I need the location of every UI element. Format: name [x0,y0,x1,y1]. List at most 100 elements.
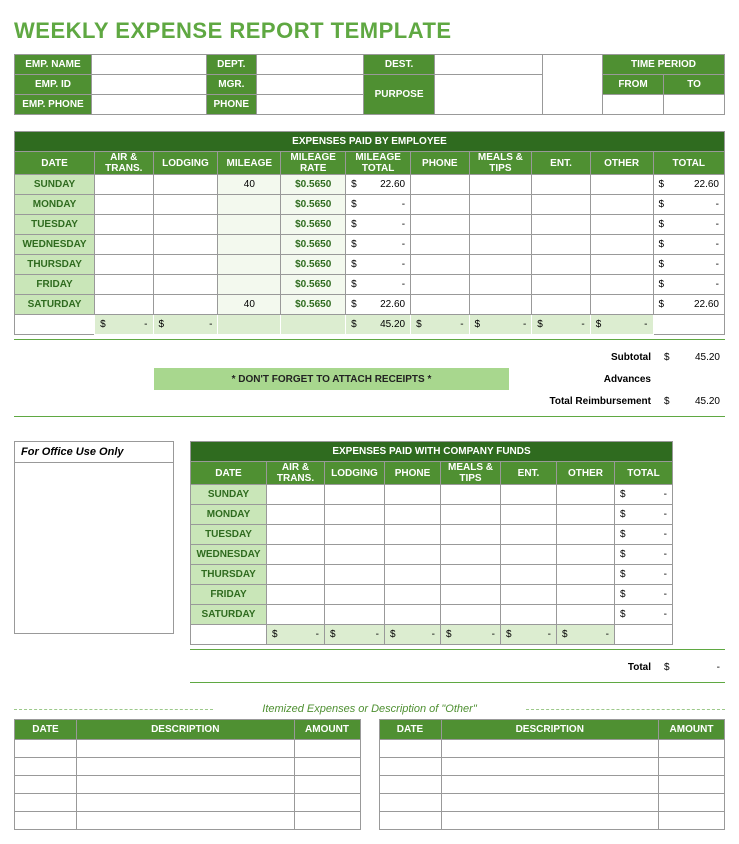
cell[interactable] [557,585,615,605]
cell[interactable] [557,505,615,525]
cell[interactable] [469,175,532,195]
cell[interactable] [501,605,557,625]
cell[interactable] [267,525,325,545]
cell[interactable] [95,255,153,275]
cell[interactable] [267,485,325,505]
cell[interactable] [385,505,441,525]
cell[interactable] [325,505,385,525]
cell[interactable] [325,605,385,625]
cell[interactable] [557,485,615,505]
cell[interactable] [441,565,501,585]
cell[interactable] [441,525,501,545]
cell[interactable] [325,585,385,605]
cell[interactable] [411,275,469,295]
cell[interactable] [267,565,325,585]
cell[interactable] [501,505,557,525]
cell[interactable] [267,505,325,525]
cell[interactable] [441,505,501,525]
table-row[interactable] [15,794,361,812]
cell[interactable] [95,215,153,235]
cell[interactable] [532,255,590,275]
cell[interactable] [411,195,469,215]
val-purpose[interactable] [435,75,542,115]
cell[interactable] [501,485,557,505]
val-mgr[interactable] [256,75,363,95]
mileage-cell[interactable] [218,195,281,215]
cell[interactable] [532,235,590,255]
cell[interactable] [441,485,501,505]
cell[interactable] [325,565,385,585]
mileage-cell[interactable]: 40 [218,175,281,195]
val-emp-id[interactable] [91,75,206,95]
cell[interactable] [532,275,590,295]
cell[interactable] [557,565,615,585]
table-row[interactable] [15,740,361,758]
cell[interactable] [153,215,218,235]
table-row[interactable] [379,776,725,794]
val-emp-name[interactable] [91,55,206,75]
cell[interactable] [532,195,590,215]
cell[interactable] [469,235,532,255]
cell[interactable] [590,295,653,315]
cell[interactable] [411,175,469,195]
val-to[interactable] [664,95,725,115]
val-from[interactable] [602,95,663,115]
cell[interactable] [153,175,218,195]
table-row[interactable] [379,812,725,830]
cell[interactable] [385,605,441,625]
cell[interactable] [557,605,615,625]
cell[interactable] [153,275,218,295]
cell[interactable] [590,195,653,215]
cell[interactable] [325,525,385,545]
cell[interactable] [501,545,557,565]
mileage-cell[interactable] [218,275,281,295]
cell[interactable] [590,275,653,295]
cell[interactable] [532,295,590,315]
cell[interactable] [385,485,441,505]
mileage-cell[interactable]: 40 [218,295,281,315]
cell[interactable] [501,585,557,605]
table-row[interactable] [379,740,725,758]
cell[interactable] [153,195,218,215]
cell[interactable] [267,585,325,605]
cell[interactable] [95,295,153,315]
val-dest[interactable] [435,55,542,75]
cell[interactable] [267,605,325,625]
mileage-cell[interactable] [218,215,281,235]
cell[interactable] [95,275,153,295]
cell[interactable] [95,195,153,215]
cell[interactable] [469,195,532,215]
cell[interactable] [557,545,615,565]
cell[interactable] [385,545,441,565]
cell[interactable] [590,255,653,275]
cell[interactable] [385,525,441,545]
table-row[interactable] [15,758,361,776]
cell[interactable] [441,605,501,625]
cell[interactable] [501,565,557,585]
cell[interactable] [385,585,441,605]
cell[interactable] [469,255,532,275]
mileage-cell[interactable] [218,255,281,275]
cell[interactable] [557,525,615,545]
cell[interactable] [411,295,469,315]
cell[interactable] [411,255,469,275]
cell[interactable] [95,175,153,195]
cell[interactable] [153,235,218,255]
cell[interactable] [590,175,653,195]
cell[interactable] [441,585,501,605]
advances-value[interactable] [659,368,725,390]
cell[interactable] [325,545,385,565]
cell[interactable] [267,545,325,565]
cell[interactable] [441,545,501,565]
table-row[interactable] [15,812,361,830]
cell[interactable] [469,275,532,295]
cell[interactable] [153,255,218,275]
cell[interactable] [325,485,385,505]
val-dept[interactable] [256,55,363,75]
cell[interactable] [590,215,653,235]
cell[interactable] [590,235,653,255]
cell[interactable] [469,215,532,235]
cell[interactable] [532,215,590,235]
table-row[interactable] [379,758,725,776]
cell[interactable] [532,175,590,195]
